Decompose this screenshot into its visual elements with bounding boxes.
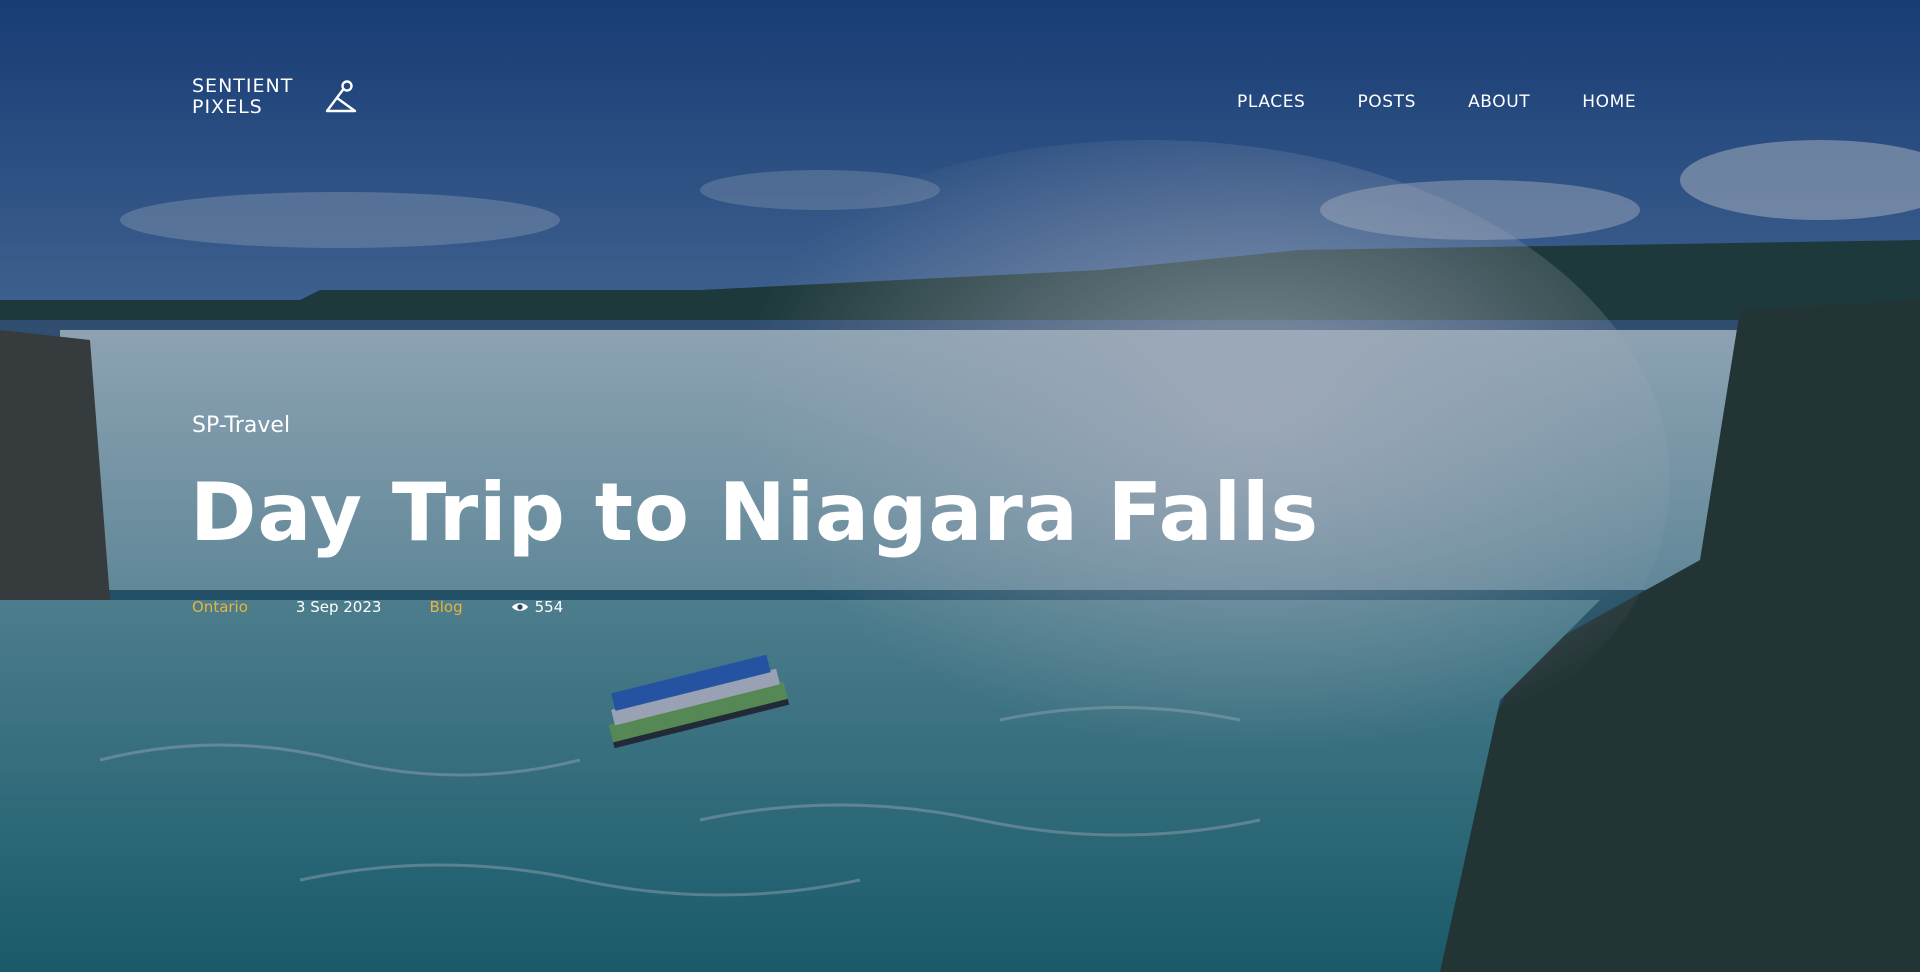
post-location-link[interactable]: Ontario	[192, 598, 248, 616]
post-title: Day Trip to Niagara Falls	[190, 466, 1320, 559]
brand-name-line-1: SENTIENT	[192, 75, 294, 97]
nav-item-posts[interactable]: POSTS	[1357, 92, 1416, 112]
brand-name: SENTIENT PIXELS	[192, 76, 293, 118]
eye-icon	[511, 603, 528, 611]
site-brand[interactable]: SENTIENT PIXELS	[192, 76, 359, 118]
post-date: 3 Sep 2023	[295, 598, 382, 616]
main-nav: PLACES POSTS ABOUT HOME	[1237, 92, 1636, 112]
hanger-logo-icon	[326, 80, 357, 113]
brand-name-line-2: PIXELS	[192, 96, 263, 118]
nav-item-about[interactable]: ABOUT	[1468, 92, 1530, 112]
post-section-link[interactable]: Blog	[429, 598, 462, 616]
nav-item-places[interactable]: PLACES	[1237, 92, 1305, 112]
post-views: 554	[511, 598, 564, 616]
post-views-count: 554	[534, 598, 564, 616]
post-category: SP-Travel	[192, 413, 291, 438]
hero-section: SENTIENT PIXELS PLACES POSTS ABOUT HOME …	[0, 0, 1920, 972]
nav-item-home[interactable]: HOME	[1582, 92, 1636, 112]
post-meta: Ontario 3 Sep 2023 Blog 554	[192, 598, 563, 616]
